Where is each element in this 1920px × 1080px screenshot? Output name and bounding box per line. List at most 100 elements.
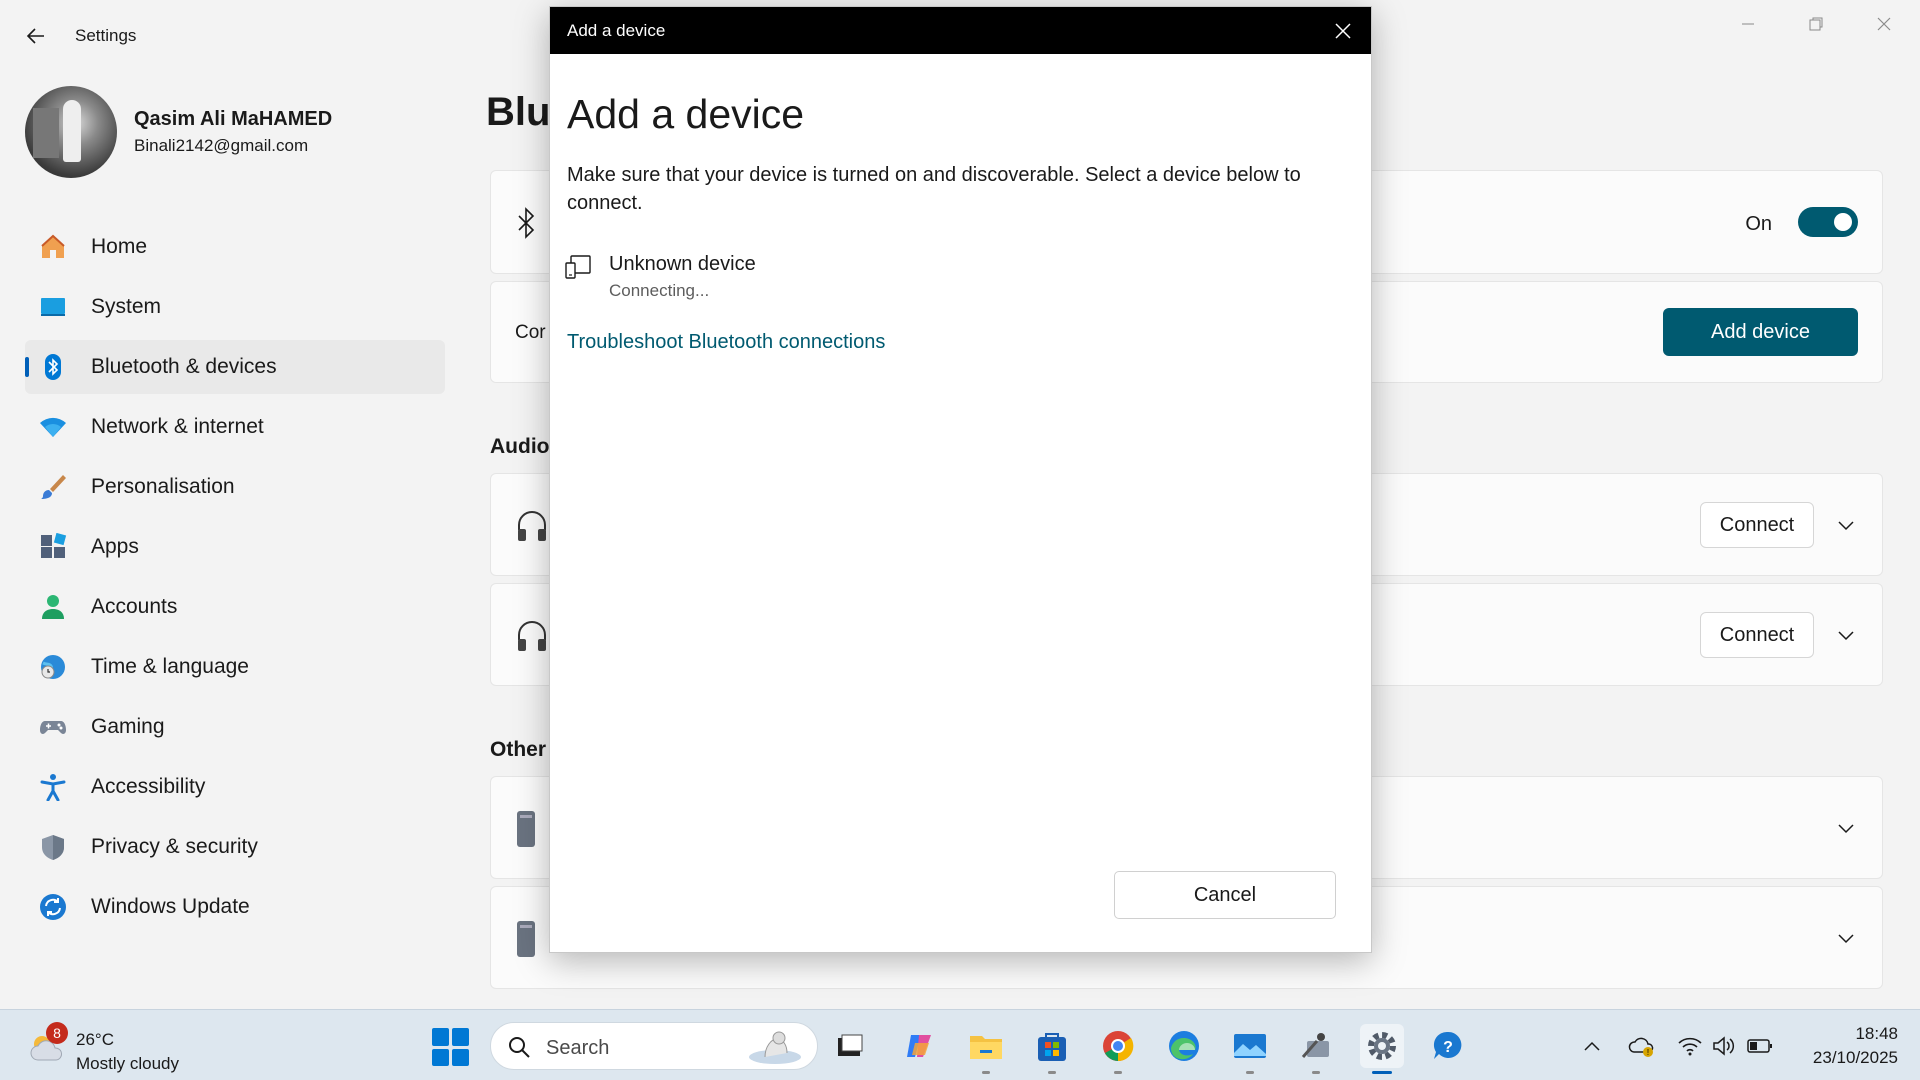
update-icon xyxy=(40,894,66,920)
sidebar-item-personalisation[interactable]: Personalisation xyxy=(25,460,445,514)
accessibility-icon xyxy=(40,774,66,801)
folder-icon xyxy=(970,1036,1002,1059)
taskbar-app-get-help[interactable]: ? xyxy=(1426,1024,1470,1068)
arrow-left-icon xyxy=(26,28,44,44)
network-tray-button[interactable] xyxy=(1676,1032,1704,1060)
device-list-item[interactable]: Unknown device Connecting... xyxy=(564,249,1164,305)
windows-logo-icon xyxy=(432,1028,449,1046)
sidebar-item-label: Time & language xyxy=(91,655,249,678)
sidebar-item-home[interactable]: Home xyxy=(25,220,445,274)
taskbar-app-task-view[interactable] xyxy=(828,1024,872,1068)
dialog-description: Make sure that your device is turned on … xyxy=(567,164,1301,214)
task-view-icon xyxy=(838,1034,863,1056)
taskbar-app-photos[interactable] xyxy=(1228,1024,1272,1074)
add-device-button[interactable]: Add device xyxy=(1663,308,1858,356)
dialog-titlebar: Add a device xyxy=(550,7,1371,54)
close-icon xyxy=(1335,23,1351,39)
onedrive-warning-icon: ! xyxy=(1628,1037,1654,1057)
battery-icon xyxy=(1747,1039,1772,1053)
wifi-icon xyxy=(40,417,66,437)
apps-icon xyxy=(41,533,67,558)
profile-name: Qasim Ali MaHAMED xyxy=(134,108,333,130)
bluetooth-icon xyxy=(45,354,61,380)
sidebar-item-system[interactable]: System xyxy=(25,280,445,334)
headphones-icon xyxy=(518,511,546,541)
bluetooth-icon xyxy=(518,207,535,239)
search-placeholder: Search xyxy=(546,1037,610,1059)
notification-badge: 8 xyxy=(46,1022,68,1044)
cancel-button[interactable]: Cancel xyxy=(1114,871,1336,919)
gamepad-icon xyxy=(40,721,66,734)
taskbar-app-edge[interactable] xyxy=(1162,1024,1206,1068)
sidebar-item-gaming[interactable]: Gaming xyxy=(25,700,445,754)
profile-email: Binali2142@gmail.com xyxy=(134,136,309,155)
svg-text:!: ! xyxy=(1647,1048,1649,1057)
restore-button[interactable] xyxy=(1788,8,1844,40)
chevron-down-icon xyxy=(1838,934,1854,944)
onedrive-tray-button[interactable]: ! xyxy=(1628,1032,1656,1060)
show-hidden-icons-button[interactable] xyxy=(1578,1032,1606,1060)
sidebar-item-label: Windows Update xyxy=(91,895,250,918)
taskbar: 8 26°C Mostly cloudy Search ? ! 18:48 23… xyxy=(0,1009,1920,1080)
audio-connect-button[interactable]: Connect xyxy=(1700,502,1814,548)
bluetooth-toggle[interactable] xyxy=(1798,207,1858,237)
tools-icon xyxy=(1301,1033,1329,1058)
audio-connect-button[interactable]: Connect xyxy=(1700,612,1814,658)
copilot-icon xyxy=(907,1035,931,1057)
system-icon xyxy=(41,298,65,316)
sidebar-item-label: Home xyxy=(91,235,148,258)
weather-widget[interactable]: 8 26°C Mostly cloudy xyxy=(24,1020,224,1073)
taskbar-app-copilot[interactable] xyxy=(898,1024,942,1068)
device-tower-icon xyxy=(517,921,535,957)
search-icon xyxy=(509,1037,530,1058)
sidebar-item-bluetooth[interactable]: Bluetooth & devices xyxy=(25,340,445,394)
audio-section-title: Audio xyxy=(490,435,550,458)
gear-icon xyxy=(1368,1032,1396,1060)
back-button[interactable] xyxy=(18,18,54,54)
weather-temperature: 26°C xyxy=(76,1030,114,1049)
sidebar-item-privacy-security[interactable]: Privacy & security xyxy=(25,820,445,874)
taskbar-clock[interactable]: 18:48 23/10/2025 xyxy=(1813,1022,1898,1070)
taskbar-search[interactable]: Search xyxy=(490,1022,818,1070)
dialog-close-button[interactable] xyxy=(1325,13,1361,49)
taskbar-app-file-explorer[interactable] xyxy=(964,1024,1008,1074)
expand-button[interactable] xyxy=(1834,624,1858,648)
clock-time: 18:48 xyxy=(1855,1024,1898,1043)
taskbar-app-chrome[interactable] xyxy=(1096,1024,1140,1074)
close-window-button[interactable] xyxy=(1856,8,1912,40)
taskbar-app-settings[interactable] xyxy=(1360,1024,1404,1074)
sidebar-item-label: Apps xyxy=(91,535,139,558)
device-name: Unknown device xyxy=(609,253,756,275)
brush-icon xyxy=(41,475,66,499)
wifi-icon xyxy=(1678,1037,1702,1056)
svg-text:?: ? xyxy=(1443,1039,1453,1056)
chevron-down-icon xyxy=(1838,824,1854,834)
home-icon xyxy=(41,234,65,258)
avatar xyxy=(25,86,117,178)
page-title: Blu xyxy=(486,90,551,134)
sidebar-item-windows-update[interactable]: Windows Update xyxy=(25,880,445,934)
volume-tray-button[interactable] xyxy=(1710,1032,1738,1060)
sidebar-item-apps[interactable]: Apps xyxy=(25,520,445,574)
sidebar-item-time-language[interactable]: Time & language xyxy=(25,640,445,694)
speaker-icon xyxy=(1713,1036,1735,1056)
expand-button[interactable] xyxy=(1834,514,1858,538)
troubleshoot-link[interactable]: Troubleshoot Bluetooth connections xyxy=(567,331,885,354)
profile-card[interactable]: Qasim Ali MaHAMED Binali2142@gmail.com xyxy=(25,86,445,181)
minimize-button[interactable] xyxy=(1720,8,1776,40)
start-button[interactable] xyxy=(432,1028,470,1066)
weather-description: Mostly cloudy xyxy=(76,1054,179,1073)
sidebar-item-network[interactable]: Network & internet xyxy=(25,400,445,454)
help-icon: ? xyxy=(1433,1031,1462,1059)
taskbar-app-snipping[interactable] xyxy=(1294,1024,1338,1074)
sidebar-item-accessibility[interactable]: Accessibility xyxy=(25,760,445,814)
sidebar-item-label: Network & internet xyxy=(91,415,264,438)
taskbar-app-store[interactable] xyxy=(1030,1024,1074,1074)
person-icon xyxy=(42,595,64,619)
restore-icon xyxy=(1809,17,1823,31)
sidebar-item-label: Accessibility xyxy=(91,775,206,798)
sidebar-item-accounts[interactable]: Accounts xyxy=(25,580,445,634)
expand-button[interactable] xyxy=(1834,927,1858,951)
battery-tray-button[interactable] xyxy=(1746,1032,1774,1060)
expand-button[interactable] xyxy=(1834,817,1858,841)
